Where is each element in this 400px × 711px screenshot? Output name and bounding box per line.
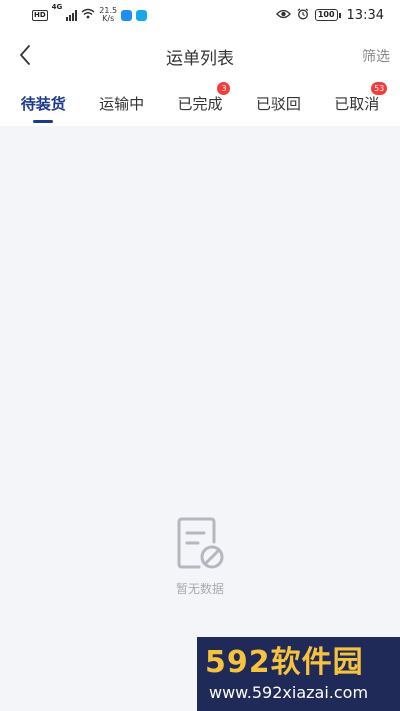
empty-state: 暂无数据 xyxy=(0,516,400,597)
speed-unit: K/s xyxy=(102,14,115,23)
tab-label: 已完成 xyxy=(177,94,223,113)
cancelled-count-badge: 53 xyxy=(371,82,388,95)
battery-icon: 100 xyxy=(314,9,338,21)
watermark-url: www.592xiazai.com xyxy=(209,683,369,702)
battery-level: 100 xyxy=(317,10,335,19)
status-tabs: 待装货 运输中 已完成 3 已驳回 已取消 53 xyxy=(0,80,400,126)
network-type: 4G xyxy=(51,3,63,11)
tab-in-transit[interactable]: 运输中 xyxy=(93,80,150,126)
signal-icon xyxy=(66,9,78,21)
page-title: 运单列表 xyxy=(166,49,234,69)
watermark-logo: 592软件园 www.592xiazai.com xyxy=(197,637,400,711)
completed-count-badge: 3 xyxy=(217,82,231,95)
hd-indicator: HD xyxy=(32,9,48,21)
battery-tip xyxy=(338,12,341,18)
empty-state-text: 暂无数据 xyxy=(175,582,224,596)
tab-label: 运输中 xyxy=(99,94,145,113)
alarm-icon xyxy=(297,8,309,23)
tab-completed[interactable]: 已完成 3 xyxy=(171,80,231,126)
clock: 13:34 xyxy=(346,7,384,23)
watermark-brand: 592软件园 xyxy=(205,645,364,680)
no-data-document-icon xyxy=(177,517,224,569)
tab-rejected[interactable]: 已驳回 xyxy=(250,80,307,126)
network-speed: 21.5 K/s xyxy=(99,7,117,23)
wifi-icon xyxy=(81,8,95,22)
tab-cancelled[interactable]: 已取消 53 xyxy=(328,80,388,126)
tab-label: 已取消 xyxy=(334,94,380,113)
tab-pending-loading[interactable]: 待装货 xyxy=(15,80,72,126)
tab-label: 已驳回 xyxy=(255,94,301,113)
tab-label: 待装货 xyxy=(20,94,66,113)
filter-button[interactable]: 筛选 xyxy=(362,46,390,66)
status-bar: HD 4G 21.5 K/s 100 13:34 xyxy=(0,0,400,30)
search-app-icon xyxy=(136,9,148,21)
cloud-app-icon xyxy=(121,9,133,21)
nav-header: 运单列表 筛选 xyxy=(0,30,400,80)
eye-icon xyxy=(275,8,291,22)
status-left: HD 4G 21.5 K/s xyxy=(32,3,148,23)
active-tab-indicator xyxy=(33,120,54,123)
status-right: 100 13:34 xyxy=(275,7,384,23)
